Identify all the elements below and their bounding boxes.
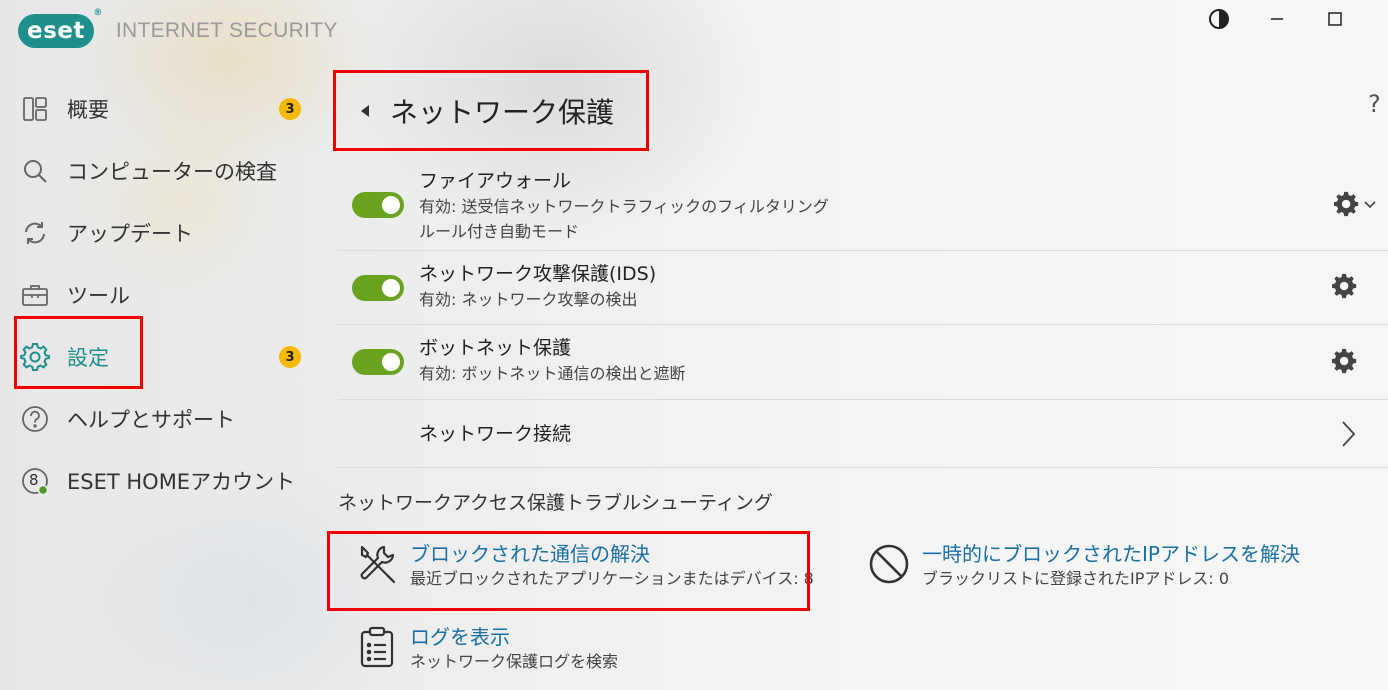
chevron-right-icon[interactable] xyxy=(1338,419,1358,449)
account-icon: 8 xyxy=(20,466,50,496)
action-subtitle: 最近ブロックされたアプリケーションまたはデバイス: 8 xyxy=(410,569,814,588)
sidebar-item-label: ESET HOMEアカウント xyxy=(67,470,296,494)
section-title-troubleshooting: ネットワークアクセス保護トラブルシューティング xyxy=(338,492,773,514)
sidebar-item-computer-scan[interactable]: コンピューターの検査 xyxy=(0,140,320,202)
feature-list: ファイアウォール 有効: 送受信ネットワークトラフィックのフィルタリング ルール… xyxy=(338,156,1388,468)
sidebar-item-settings[interactable]: 設定 3 xyxy=(0,326,320,388)
maximize-button[interactable] xyxy=(1306,6,1364,32)
action-resolve-temporarily-blocked-ip[interactable]: 一時的にブロックされたIPアドレスを解決 ブラックリストに登録されたIPアドレス… xyxy=(866,541,1300,591)
question-icon xyxy=(20,404,50,434)
feature-title[interactable]: ネットワーク攻撃保護(IDS) xyxy=(419,261,656,287)
action-title[interactable]: 一時的にブロックされたIPアドレスを解決 xyxy=(922,541,1300,567)
back-button[interactable] xyxy=(350,96,380,126)
sidebar-item-update[interactable]: アップデート xyxy=(0,202,320,264)
feature-title: ネットワーク接続 xyxy=(419,423,572,445)
theme-toggle-button[interactable] xyxy=(1190,6,1248,32)
sidebar-item-overview[interactable]: 概要 3 xyxy=(0,78,320,140)
product-name: INTERNET SECURITY xyxy=(115,19,338,42)
sidebar-item-label: 設定 xyxy=(67,346,109,370)
sidebar-item-label: コンピューターの検査 xyxy=(67,160,277,184)
feature-status: 有効: ボットネット通信の検出と遮断 xyxy=(419,364,686,383)
feature-status: 有効: 送受信ネットワークトラフィックのフィルタリング xyxy=(419,197,829,216)
sidebar-item-eset-home-account[interactable]: 8 ESET HOMEアカウント xyxy=(0,450,320,512)
notification-badge: 3 xyxy=(279,346,301,368)
action-title[interactable]: ブロックされた通信の解決 xyxy=(410,541,814,567)
action-resolve-blocked-communication[interactable]: ブロックされた通信の解決 最近ブロックされたアプリケーションまたはデバイス: 8 xyxy=(354,541,814,591)
sidebar-item-label: ヘルプとサポート xyxy=(67,408,235,432)
logo-text: eset xyxy=(27,18,85,44)
block-icon xyxy=(866,541,912,587)
app-logo: eset ® INTERNET SECURITY xyxy=(18,8,338,48)
back-arrow-icon xyxy=(361,105,369,117)
dashboard-icon xyxy=(20,94,50,124)
gear-icon xyxy=(20,342,50,372)
action-title[interactable]: ログを表示 xyxy=(410,624,618,650)
sidebar-item-label: 概要 xyxy=(67,98,109,122)
feature-row-network-attack-protection: ネットワーク攻撃保護(IDS) 有効: ネットワーク攻撃の検出 xyxy=(338,251,1388,325)
ids-toggle[interactable] xyxy=(352,275,404,301)
sidebar-item-label: アップデート xyxy=(67,222,193,246)
notification-badge: 3 xyxy=(279,98,301,120)
logo-registered-mark: ® xyxy=(93,8,103,18)
feature-status: 有効: ネットワーク攻撃の検出 xyxy=(419,290,638,309)
action-subtitle: ネットワーク保護ログを検索 xyxy=(410,652,619,671)
minimize-icon xyxy=(1271,18,1283,20)
sidebar: 概要 3 コンピューターの検査 アップデート ツール 設定 3 ヘルプとサポート… xyxy=(0,78,320,512)
minimize-button[interactable] xyxy=(1248,6,1306,32)
account-avatar-number: 8 xyxy=(29,471,39,489)
toolbox-icon xyxy=(20,280,50,310)
refresh-icon xyxy=(20,218,50,248)
tools-icon xyxy=(354,541,400,587)
page-header: ネットワーク保護 xyxy=(338,76,614,146)
clipboard-icon xyxy=(354,624,400,670)
gear-icon[interactable] xyxy=(1332,273,1358,299)
feature-row-botnet-protection: ボットネット保護 有効: ボットネット通信の検出と遮断 xyxy=(338,325,1388,400)
chevron-down-icon[interactable] xyxy=(1362,197,1378,213)
feature-row-firewall: ファイアウォール 有効: 送受信ネットワークトラフィックのフィルタリング ルール… xyxy=(338,156,1388,251)
maximize-icon xyxy=(1328,12,1342,26)
eset-logo: eset ® xyxy=(18,8,102,48)
sidebar-item-label: ツール xyxy=(67,284,130,308)
gear-icon[interactable] xyxy=(1332,348,1358,374)
gear-icon[interactable] xyxy=(1334,191,1360,217)
window-controls xyxy=(1190,6,1364,32)
search-icon xyxy=(20,156,50,186)
firewall-toggle[interactable] xyxy=(352,192,404,218)
action-subtitle: ブラックリストに登録されたIPアドレス: 0 xyxy=(922,569,1230,588)
sidebar-item-help-support[interactable]: ヘルプとサポート xyxy=(0,388,320,450)
page-title: ネットワーク保護 xyxy=(390,96,615,129)
feature-row-network-connections[interactable]: ネットワーク接続 xyxy=(338,400,1388,468)
sidebar-item-tools[interactable]: ツール xyxy=(0,264,320,326)
feature-title[interactable]: ファイアウォール xyxy=(419,168,829,194)
half-circle-icon xyxy=(1209,9,1229,29)
feature-mode: ルール付き自動モード xyxy=(419,222,580,241)
feature-title[interactable]: ボットネット保護 xyxy=(419,335,685,361)
botnet-toggle[interactable] xyxy=(352,349,404,375)
action-view-log[interactable]: ログを表示 ネットワーク保護ログを検索 xyxy=(354,624,618,674)
help-button[interactable]: ? xyxy=(1368,90,1388,118)
